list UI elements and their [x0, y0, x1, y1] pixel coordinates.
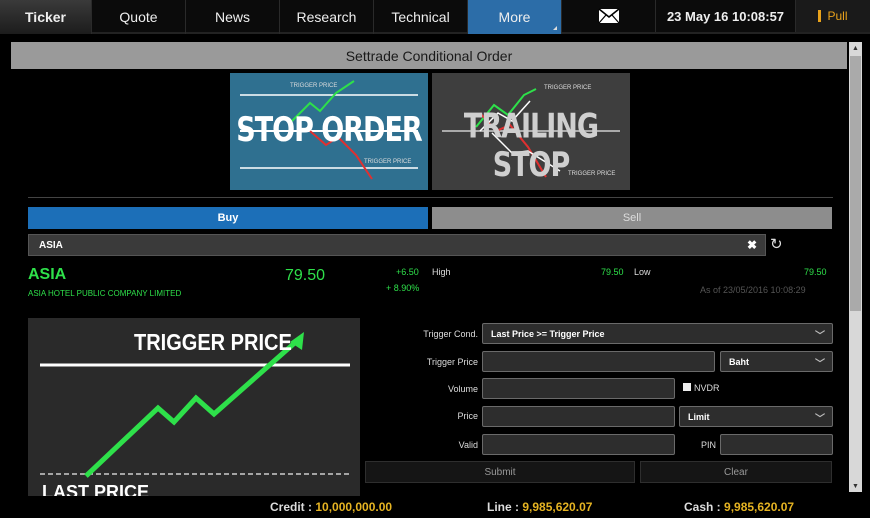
trailing-stop-label: TRAILING STOP [463, 107, 599, 185]
credit-value: 10,000,000.00 [315, 500, 393, 514]
unit-select[interactable]: Baht ﹀ [720, 351, 833, 372]
scrollbar[interactable]: ▲ ▼ [849, 42, 862, 492]
price-type-select[interactable]: Limit ﹀ [679, 406, 833, 427]
clock: 23 May 16 10:08:57 [656, 0, 796, 32]
credit-balance: Credit : 10,000,000.00 [270, 500, 392, 514]
scroll-thumb[interactable] [850, 56, 861, 311]
valid-label: Valid [458, 440, 478, 450]
tab-technical[interactable]: Technical [374, 0, 468, 34]
tab-quote[interactable]: Quote [92, 0, 186, 34]
scroll-down-icon[interactable]: ▼ [849, 480, 862, 492]
pull-button[interactable]: Pull [796, 0, 870, 32]
trigger-price-input[interactable] [482, 351, 715, 372]
volume-label: Volume [447, 384, 478, 394]
trigger-price-label: Trigger Price [426, 357, 478, 367]
stop-top-caption: TRIGGER PRICE [290, 83, 338, 89]
nvdr-checkbox[interactable] [683, 383, 691, 391]
pin-input[interactable] [720, 434, 833, 455]
pin-label: PIN [700, 440, 716, 450]
clear-button[interactable]: Clear [640, 461, 832, 483]
tab-news[interactable]: News [186, 0, 280, 34]
quote-high-label: High [432, 267, 451, 277]
scroll-up-icon[interactable]: ▲ [849, 42, 862, 54]
illustration-last-label: LAST PRICE [42, 482, 150, 496]
trigger-cond-select[interactable]: Last Price >= Trigger Price ﹀ [482, 323, 833, 344]
chevron-down-icon: ﹀ [815, 414, 825, 425]
unit-value: Baht [729, 356, 749, 367]
stop-bottom-caption: TRIGGER PRICE [364, 159, 412, 165]
cash-value: 9,985,620.07 [724, 500, 795, 514]
quote-symbol: ASIA [28, 266, 67, 283]
line-balance: Line : 9,985,620.07 [487, 500, 592, 514]
quote-percent-change: + 8.90% [386, 283, 420, 293]
mail-icon [598, 8, 619, 24]
valid-input[interactable] [482, 434, 675, 455]
quote-timestamp: As of 23/05/2016 10:08:29 [700, 285, 806, 295]
tab-more[interactable]: More [468, 0, 562, 34]
submit-button[interactable]: Submit [365, 461, 635, 483]
stop-order-label: STOP ORDER [236, 111, 422, 150]
sell-tab[interactable]: Sell [432, 207, 832, 229]
trigger-cond-value: Last Price >= Trigger Price [491, 328, 605, 339]
chevron-down-icon: ﹀ [815, 331, 825, 342]
mail-button[interactable] [562, 0, 656, 32]
tab-ticker[interactable]: Ticker [0, 0, 92, 34]
illustration-trigger-label: TRIGGER PRICE [134, 330, 292, 356]
buy-tab[interactable]: Buy [28, 207, 428, 229]
nvdr-label: NVDR [694, 383, 720, 393]
line-value: 9,985,620.07 [522, 500, 593, 514]
price-type-value: Limit [688, 411, 710, 422]
price-input[interactable] [482, 406, 675, 427]
chevron-down-icon: ﹀ [815, 359, 825, 370]
cash-label: Cash : [684, 500, 725, 514]
divider [28, 197, 833, 198]
quote-low-value: 79.50 [804, 267, 827, 277]
trigger-price-illustration: TRIGGER PRICE LAST PRICE [28, 318, 360, 496]
volume-input[interactable] [482, 378, 675, 399]
tab-research[interactable]: Research [280, 0, 374, 34]
account-footer: Credit : 10,000,000.00 Line : 9,985,620.… [0, 497, 870, 518]
page-title: Settrade Conditional Order [11, 42, 847, 69]
trigger-cond-label: Trigger Cond. [423, 329, 478, 339]
quote-change: +6.50 [396, 267, 419, 277]
line-label: Line : [487, 500, 523, 514]
trailing-stop-card[interactable]: TRIGGER PRICE TRIGGER PRICE TRAILING STO… [432, 73, 630, 190]
quote-last-price: 79.50 [285, 267, 326, 284]
quote-company-name: ASIA HOTEL PUBLIC COMPANY LIMITED [28, 289, 182, 298]
pull-label: Pull [827, 9, 848, 23]
symbol-search-input[interactable]: ASIA ✖ [28, 234, 766, 256]
quote-low-label: Low [634, 267, 651, 277]
trail-top-caption: TRIGGER PRICE [544, 85, 592, 91]
clear-icon[interactable]: ✖ [747, 238, 757, 252]
pull-icon [818, 10, 822, 22]
stop-order-card[interactable]: TRIGGER PRICE TRIGGER PRICE STOP ORDER [230, 73, 428, 190]
symbol-search-value: ASIA [39, 239, 63, 251]
top-nav: Ticker Quote News Research Technical Mor… [0, 0, 870, 34]
credit-label: Credit : [270, 500, 316, 514]
refresh-icon[interactable]: ↻ [770, 235, 784, 253]
quote-high-value: 79.50 [601, 267, 624, 277]
price-label: Price [457, 411, 478, 421]
cash-balance: Cash : 9,985,620.07 [684, 500, 794, 514]
